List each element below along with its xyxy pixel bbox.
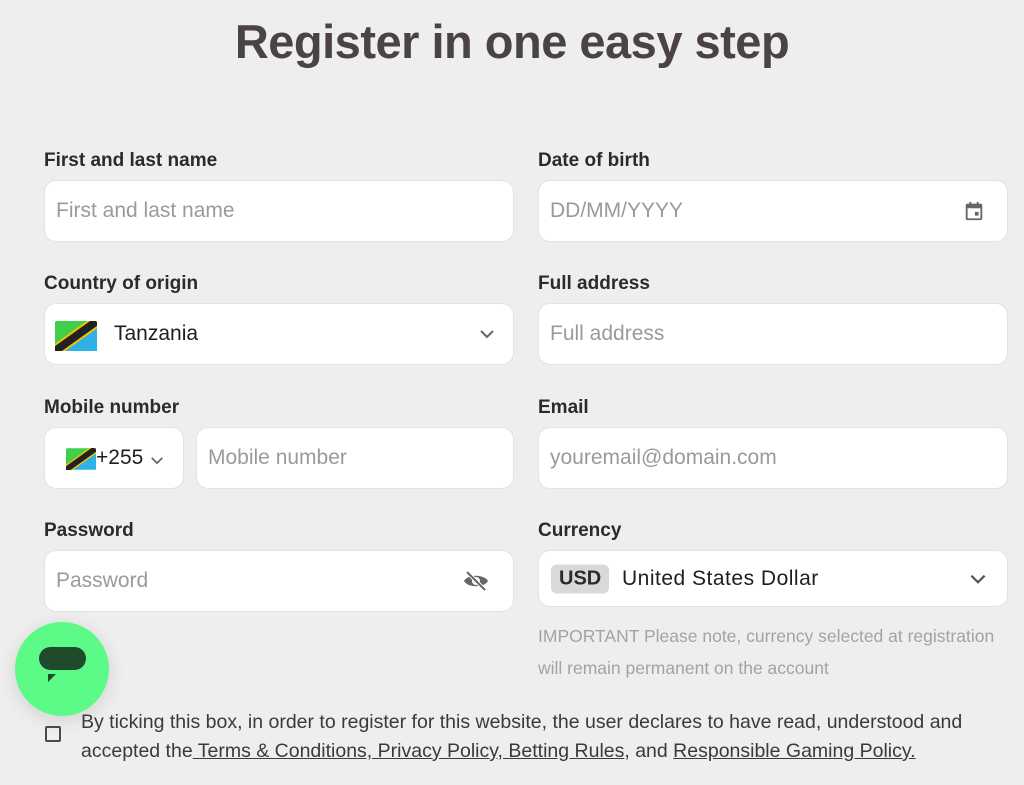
eye-off-icon[interactable] <box>463 570 489 592</box>
full-name-field[interactable] <box>44 180 514 242</box>
country-label: Country of origin <box>44 273 199 294</box>
chat-bubble-icon <box>38 646 86 692</box>
chevron-down-icon <box>150 452 164 470</box>
password-label: Password <box>44 520 134 541</box>
mobile-label: Mobile number <box>44 397 180 418</box>
chevron-down-icon <box>479 329 495 339</box>
dob-field[interactable] <box>538 180 1008 242</box>
chevron-down-icon <box>969 573 987 584</box>
password-field[interactable] <box>44 550 514 612</box>
terms-link[interactable]: Terms & Conditions, <box>193 740 372 762</box>
consent-checkbox[interactable] <box>45 726 61 742</box>
email-field[interactable] <box>538 427 1008 489</box>
country-value: Tanzania <box>114 322 199 345</box>
currency-label: Currency <box>538 520 622 541</box>
page-title: Register in one easy step <box>234 15 790 68</box>
address-label: Full address <box>538 273 650 294</box>
country-select[interactable]: Tanzania <box>44 303 514 365</box>
dob-input[interactable] <box>539 181 1007 241</box>
dial-code-value: +255 <box>96 446 144 469</box>
full-name-input[interactable] <box>45 181 513 241</box>
responsible-gaming-link[interactable]: Responsible Gaming Policy. <box>673 740 915 762</box>
email-input[interactable] <box>539 428 1007 488</box>
currency-code-badge: USD <box>551 564 610 593</box>
tanzania-flag-icon <box>55 321 97 356</box>
address-input[interactable] <box>539 304 1007 364</box>
dial-code-select[interactable]: +255 <box>44 427 184 489</box>
full-name-label: First and last name <box>44 150 218 171</box>
mobile-field[interactable] <box>196 427 514 489</box>
consent-text-mid: , and <box>624 740 674 762</box>
consent-text: By ticking this box, in order to registe… <box>81 708 1011 766</box>
currency-select[interactable]: USD United States Dollar <box>538 550 1008 607</box>
email-label: Email <box>538 397 589 418</box>
tanzania-flag-icon <box>66 448 96 475</box>
calendar-icon[interactable] <box>963 200 985 222</box>
password-input[interactable] <box>45 551 513 611</box>
currency-name: United States Dollar <box>622 566 819 590</box>
currency-note: IMPORTANT Please note, currency selected… <box>538 626 995 678</box>
betting-rules-link[interactable]: Betting Rules <box>503 740 624 762</box>
privacy-policy-link[interactable]: Privacy Policy, <box>372 740 503 762</box>
mobile-input[interactable] <box>197 428 513 488</box>
address-field[interactable] <box>538 303 1008 365</box>
dob-label: Date of birth <box>538 150 650 171</box>
chat-button[interactable] <box>15 622 109 716</box>
